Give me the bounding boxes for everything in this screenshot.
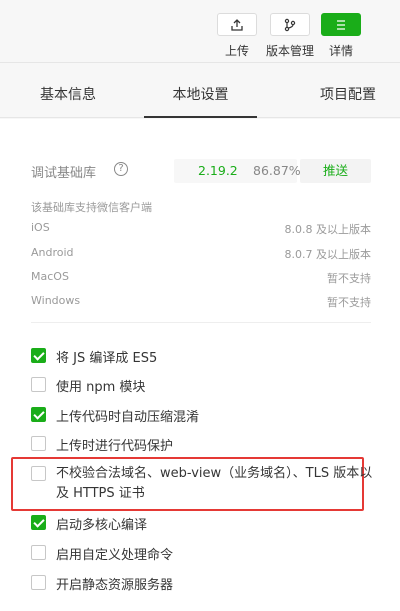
option-skip-domain-check[interactable]: 不校验合法域名、web-view（业务域名）、TLS 版本以及 HTTPS 证书 bbox=[31, 464, 372, 506]
support-row-ios: iOS 8.0.8 及以上版本 bbox=[31, 221, 371, 239]
local-settings-panel: 调试基础库 ? 2.19.2 86.87% 推送 该基础库支持微信客户端 iOS… bbox=[0, 119, 400, 611]
detail-label: 详情 bbox=[328, 44, 353, 58]
upload-button[interactable]: 上传 bbox=[214, 13, 260, 59]
option-minify[interactable]: 上传代码时自动压缩混淆 bbox=[31, 405, 371, 427]
checkbox[interactable] bbox=[31, 407, 46, 422]
branch-icon bbox=[270, 13, 310, 36]
help-icon[interactable]: ? bbox=[114, 162, 128, 176]
debug-library-label: 调试基础库 bbox=[31, 166, 97, 181]
option-label: 开启静态资源服务器 bbox=[56, 578, 174, 593]
option-label: 上传时进行代码保护 bbox=[56, 439, 174, 454]
checkbox[interactable] bbox=[31, 436, 46, 451]
checkbox[interactable] bbox=[31, 575, 46, 590]
upload-label: 上传 bbox=[224, 44, 249, 58]
os-requirement: 暂不支持 bbox=[327, 296, 371, 309]
option-label: 启用自定义处理命令 bbox=[56, 548, 174, 563]
os-name: iOS bbox=[31, 221, 50, 234]
os-name: MacOS bbox=[31, 270, 69, 283]
option-custom-commands[interactable]: 启用自定义处理命令 bbox=[31, 543, 371, 565]
checkbox[interactable] bbox=[31, 377, 46, 392]
option-multicore[interactable]: 启动多核心编译 bbox=[31, 513, 371, 535]
support-row-windows: Windows 暂不支持 bbox=[31, 294, 371, 312]
option-label: 使用 npm 模块 bbox=[56, 380, 146, 395]
option-es5[interactable]: 将 JS 编译成 ES5 bbox=[31, 346, 371, 368]
os-name: Android bbox=[31, 246, 74, 259]
tab-project-config[interactable]: 项目配置 bbox=[296, 64, 400, 118]
version-management-label: 版本管理 bbox=[265, 44, 314, 58]
option-npm[interactable]: 使用 npm 模块 bbox=[31, 375, 371, 397]
checkbox[interactable] bbox=[31, 466, 46, 481]
os-requirement: 暂不支持 bbox=[327, 272, 371, 285]
option-label: 上传代码时自动压缩混淆 bbox=[56, 410, 200, 425]
os-requirement: 8.0.7 及以上版本 bbox=[284, 248, 372, 261]
option-code-protect[interactable]: 上传时进行代码保护 bbox=[31, 434, 371, 456]
upload-icon bbox=[217, 13, 257, 36]
debug-library-row: 调试基础库 ? 2.19.2 86.87% 推送 bbox=[31, 159, 371, 183]
top-toolbar: 上传 版本管理 详情 bbox=[0, 0, 400, 63]
tab-basic-info[interactable]: 基本信息 bbox=[20, 64, 116, 118]
library-version: 2.19.2 bbox=[198, 163, 238, 178]
settings-tabs: 基本信息 本地设置 项目配置 bbox=[0, 64, 400, 118]
library-coverage: 86.87% bbox=[253, 163, 301, 178]
version-management-button[interactable]: 版本管理 bbox=[265, 13, 315, 59]
option-label: 将 JS 编译成 ES5 bbox=[56, 351, 158, 366]
os-name: Windows bbox=[31, 294, 81, 307]
support-row-android: Android 8.0.7 及以上版本 bbox=[31, 246, 371, 264]
support-title: 该基础库支持微信客户端 bbox=[31, 201, 152, 214]
detail-button[interactable]: 详情 bbox=[318, 13, 364, 59]
support-row-macos: MacOS 暂不支持 bbox=[31, 270, 371, 288]
divider bbox=[31, 322, 371, 323]
option-label: 不校验合法域名、web-view（业务域名）、TLS 版本以及 HTTPS 证书 bbox=[56, 466, 373, 501]
library-version-select[interactable]: 2.19.2 86.87% bbox=[174, 159, 301, 183]
checkbox[interactable] bbox=[31, 515, 46, 530]
menu-icon bbox=[321, 13, 361, 36]
option-label: 启动多核心编译 bbox=[56, 518, 148, 533]
checkbox[interactable] bbox=[31, 545, 46, 560]
tab-local-settings[interactable]: 本地设置 bbox=[144, 64, 257, 118]
option-static-server[interactable]: 开启静态资源服务器 bbox=[31, 573, 371, 595]
push-button[interactable]: 推送 bbox=[300, 159, 371, 183]
checkbox[interactable] bbox=[31, 348, 46, 363]
os-requirement: 8.0.8 及以上版本 bbox=[284, 223, 372, 236]
